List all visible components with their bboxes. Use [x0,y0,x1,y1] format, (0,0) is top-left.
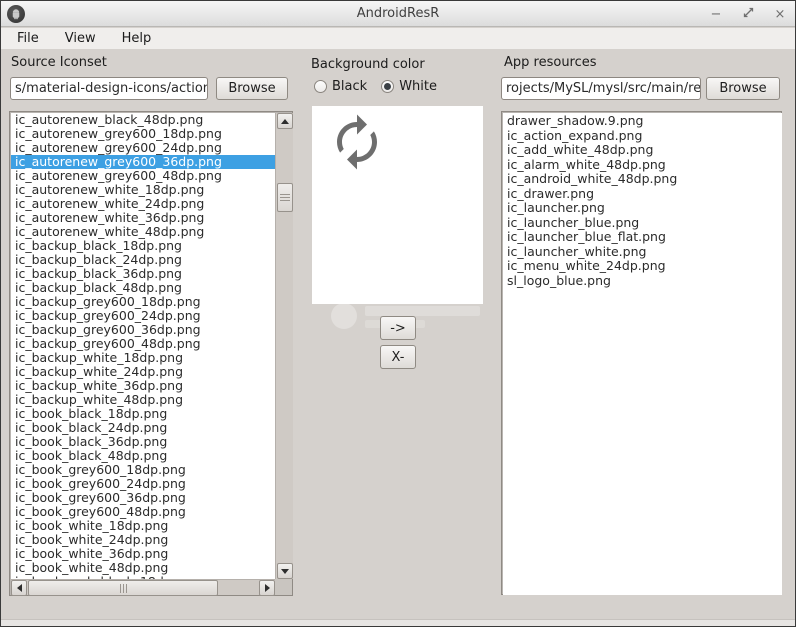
list-item[interactable]: ic_book_grey600_36dp.png [11,491,275,505]
arrow-left-icon [17,584,22,592]
source-iconset-label: Source Iconset [11,55,107,70]
source-iconset-list: ic_autorenew_black_48dp.pngic_autorenew_… [9,111,293,596]
background-color-radios: Black White [314,79,437,94]
app-resources-list: drawer_shadow.9.pngic_action_expand.pngi… [501,111,782,595]
radio-black-circle-icon[interactable] [314,80,327,93]
list-item[interactable]: drawer_shadow.9.png [503,114,782,129]
radio-white-circle-icon[interactable] [381,80,394,93]
background-color-label: Background color [311,57,425,72]
list-item[interactable]: ic_autorenew_white_24dp.png [11,197,275,211]
list-item[interactable]: ic_backup_white_36dp.png [11,379,275,393]
vertical-scroll-thumb[interactable] [277,183,293,212]
radio-black[interactable]: Black [314,79,367,94]
scroll-right-button[interactable] [259,580,275,596]
autorenew-icon [327,112,387,172]
list-item[interactable]: ic_autorenew_grey600_18dp.png [11,127,275,141]
minimize-button[interactable]: − [709,8,723,21]
horizontal-scrollbar[interactable] [11,579,275,595]
thumb-grip [280,194,290,201]
list-item[interactable]: ic_autorenew_black_48dp.png [11,113,275,127]
remove-resource-button[interactable]: X- [380,345,416,369]
window-title: AndroidResR [1,6,795,21]
list-item[interactable]: ic_backup_white_24dp.png [11,365,275,379]
list-item[interactable]: ic_autorenew_grey600_36dp.png [11,155,275,169]
menu-file[interactable]: File [7,29,49,48]
list-item[interactable]: ic_launcher_blue.png [503,216,782,231]
list-item[interactable]: sl_logo_blue.png [503,274,782,289]
list-item[interactable]: ic_autorenew_white_48dp.png [11,225,275,239]
radio-white[interactable]: White [381,79,437,94]
source-path-input[interactable]: s/material-design-icons/action [10,77,208,100]
list-item[interactable]: ic_book_grey600_48dp.png [11,505,275,519]
list-item[interactable]: ic_book_grey600_18dp.png [11,463,275,477]
list-item[interactable]: ic_book_white_36dp.png [11,547,275,561]
list-item[interactable]: ic_backup_black_24dp.png [11,253,275,267]
scroll-left-button[interactable] [11,580,27,596]
list-item[interactable]: ic_book_black_48dp.png [11,449,275,463]
list-item[interactable]: ic_backup_grey600_24dp.png [11,309,275,323]
list-item[interactable]: ic_drawer.png [503,187,782,202]
list-item[interactable]: ic_book_black_36dp.png [11,435,275,449]
icon-preview-area [312,106,483,304]
menu-help[interactable]: Help [112,29,162,48]
close-button[interactable]: × [773,8,787,21]
titlebar: AndroidResR − × [1,1,795,27]
source-browse-button[interactable]: Browse [216,77,288,100]
list-item[interactable]: ic_book_white_48dp.png [11,561,275,575]
arrow-right-icon [265,584,270,592]
list-item[interactable]: ic_backup_grey600_36dp.png [11,323,275,337]
list-item[interactable]: ic_backup_black_48dp.png [11,281,275,295]
thumb-grip [120,584,127,593]
list-item[interactable]: ic_book_white_18dp.png [11,519,275,533]
list-item[interactable]: ic_backup_grey600_18dp.png [11,295,275,309]
list-item[interactable]: ic_backup_grey600_48dp.png [11,337,275,351]
list-item[interactable]: ic_alarm_white_48dp.png [503,158,782,173]
menu-view[interactable]: View [55,29,106,48]
list-item[interactable]: ic_autorenew_white_36dp.png [11,211,275,225]
app-resources-label: App resources [504,55,597,70]
list-item[interactable]: ic_launcher_white.png [503,245,782,260]
list-item[interactable]: ic_autorenew_grey600_24dp.png [11,141,275,155]
list-item[interactable]: ic_android_white_48dp.png [503,172,782,187]
list-item[interactable]: ic_launcher_blue_flat.png [503,230,782,245]
horizontal-scroll-thumb[interactable] [28,580,218,596]
list-item[interactable]: ic_menu_white_24dp.png [503,259,782,274]
list-item[interactable]: ic_book_black_24dp.png [11,421,275,435]
window-bottom-edge [1,619,795,626]
list-item[interactable]: ic_autorenew_grey600_48dp.png [11,169,275,183]
list-item[interactable]: ic_book_grey600_24dp.png [11,477,275,491]
scroll-up-button[interactable] [277,113,293,129]
arrow-up-icon [281,119,289,124]
resources-list-viewport[interactable]: drawer_shadow.9.pngic_action_expand.pngi… [503,113,782,595]
list-item[interactable]: ic_action_expand.png [503,129,782,144]
radio-white-label: White [399,79,437,94]
maximize-button[interactable] [741,7,755,21]
list-item[interactable]: ic_book_white_24dp.png [11,533,275,547]
list-item[interactable]: ic_backup_white_18dp.png [11,351,275,365]
radio-black-label: Black [332,79,367,94]
list-item[interactable]: ic_autorenew_white_18dp.png [11,183,275,197]
list-item[interactable]: ic_launcher.png [503,201,782,216]
resources-path-input[interactable]: rojects/MySL/mysl/src/main/res [501,77,701,100]
list-item[interactable]: ic_add_white_48dp.png [503,143,782,158]
source-list-viewport[interactable]: ic_autorenew_black_48dp.pngic_autorenew_… [11,113,275,579]
list-item[interactable]: ic_backup_white_48dp.png [11,393,275,407]
app-window: AndroidResR − × File View Help Source Ic… [0,0,796,627]
list-item[interactable]: ic_book_black_18dp.png [11,407,275,421]
resources-browse-button[interactable]: Browse [706,77,780,100]
list-item[interactable]: ic_backup_black_36dp.png [11,267,275,281]
menubar: File View Help [1,28,795,49]
move-to-resources-button[interactable]: -> [380,316,416,340]
vertical-scrollbar[interactable] [275,113,293,579]
scroll-down-button[interactable] [277,563,293,579]
arrow-down-icon [281,569,289,574]
list-item[interactable]: ic_backup_black_18dp.png [11,239,275,253]
